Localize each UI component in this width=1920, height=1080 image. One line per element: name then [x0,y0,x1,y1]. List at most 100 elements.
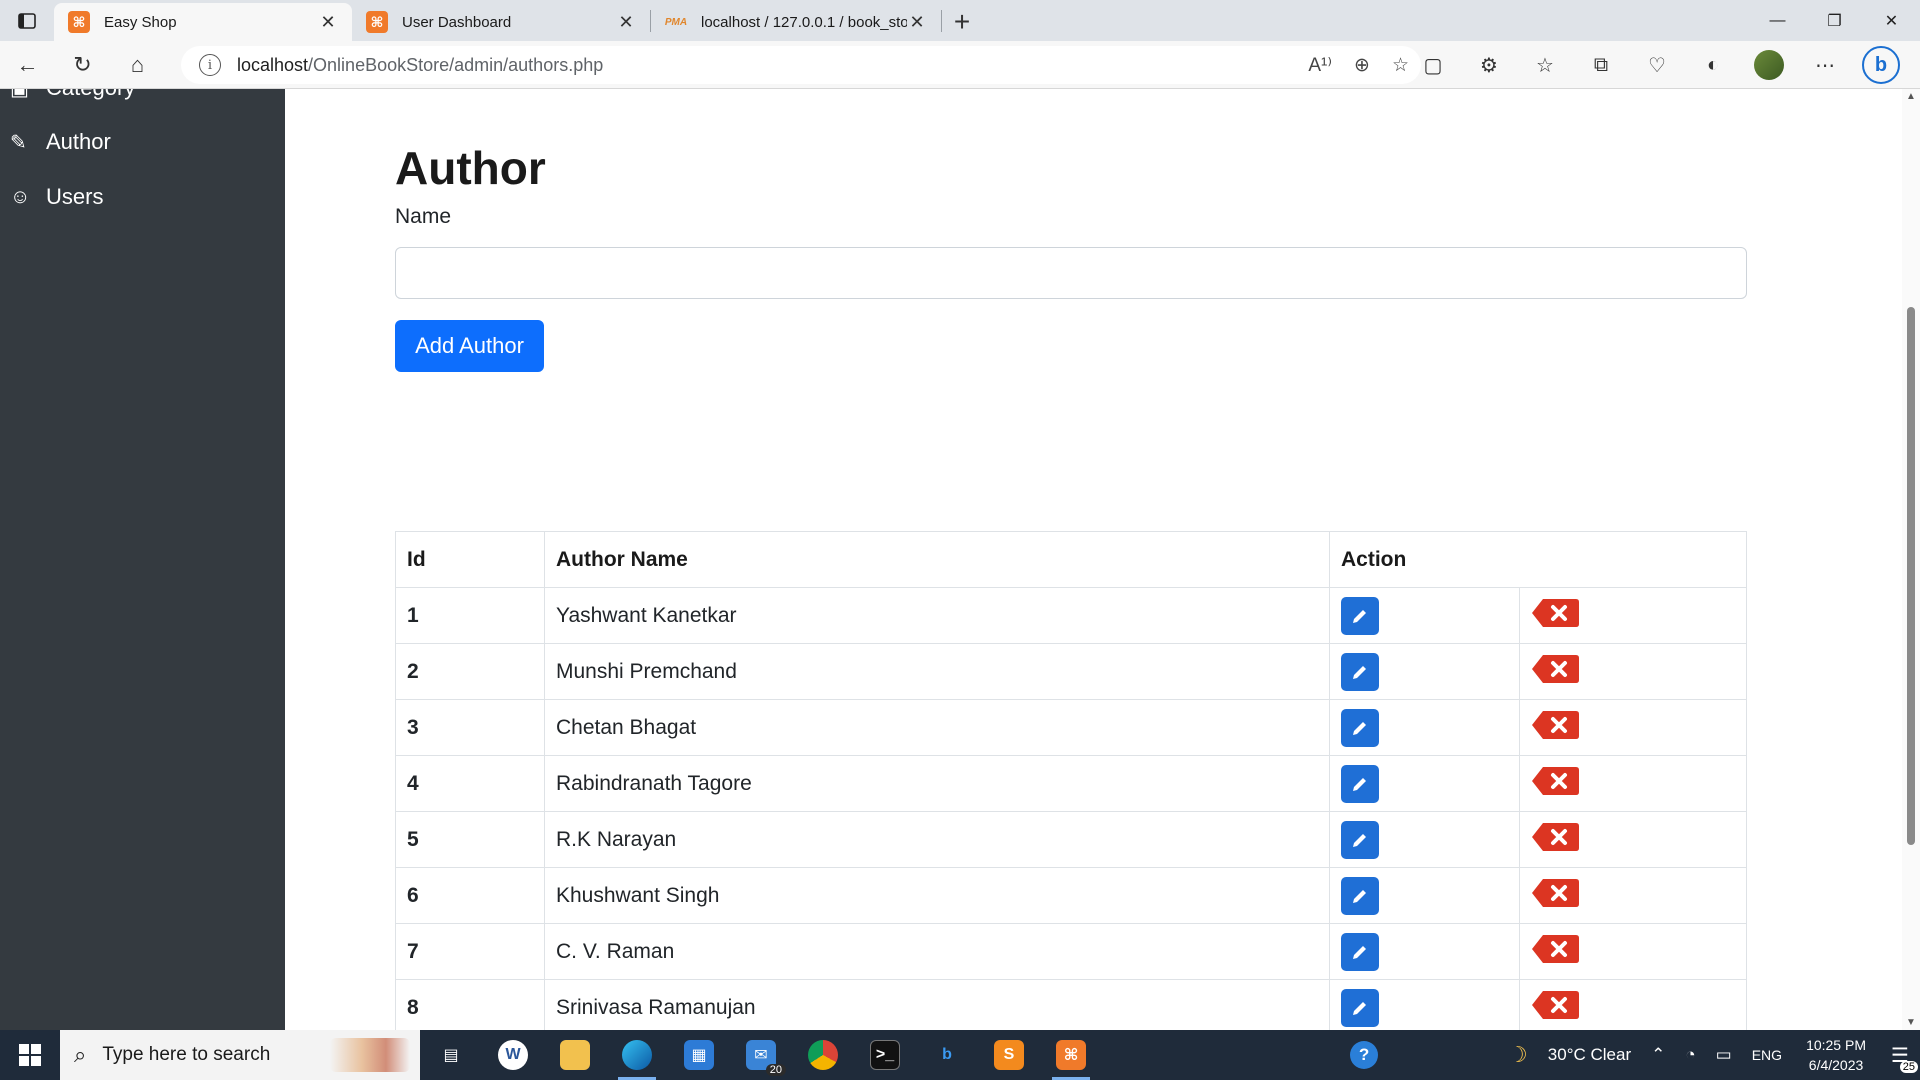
tab-actions-button[interactable] [0,0,54,41]
pencil-icon [1353,777,1366,791]
edit-button[interactable] [1341,652,1379,691]
author-name-cell: Yashwant Kanetkar [544,587,1330,644]
sidebar-item-category[interactable]: ▣ Category [10,89,135,101]
help-icon[interactable]: ? [1350,1041,1379,1069]
delete-button[interactable] [1531,821,1581,853]
file-explorer-button[interactable] [544,1030,606,1080]
new-tab-button[interactable]: + [942,3,982,41]
delete-icon [1532,878,1579,907]
browser-tab-easy-shop[interactable]: ⌘ Easy Shop ✕ [54,3,352,41]
delete-button[interactable] [1531,989,1581,1021]
taskbar-search[interactable]: ⌕ Type here to search [60,1030,420,1080]
delete-button[interactable] [1531,933,1581,965]
close-tab-icon[interactable]: ✕ [616,12,636,33]
zoom-icon[interactable]: ⊕ [1354,54,1370,77]
delete-button[interactable] [1531,877,1581,909]
bing-app-button[interactable]: b [916,1030,978,1080]
browser-tab-user-dashboard[interactable]: ⌘ User Dashboard ✕ [352,3,650,41]
terminal-app-button[interactable]: >_ [854,1030,916,1080]
sublime-app-button[interactable]: S [978,1030,1040,1080]
home-icon: ⌂ [130,51,145,77]
edge-bar-icon[interactable]: ◐ [1685,54,1741,77]
task-view-button[interactable]: ▤ [420,1030,482,1080]
back-button[interactable]: ← [0,45,55,85]
clock[interactable]: 10:25 PM 6/4/2023 [1806,1035,1866,1075]
task-view-icon: ▤ [443,1047,459,1064]
sidebar-item-author[interactable]: ✎ Author [10,129,111,155]
collections-icon[interactable]: ⧉ [1573,54,1629,77]
delete-cell [1519,923,1747,980]
delete-icon [1532,598,1579,627]
delete-icon [1532,822,1579,851]
notification-center-button[interactable]: ☰ 25 [1880,1035,1920,1075]
sidebar-item-users[interactable]: ☺ Users [10,184,103,210]
folder-icon [560,1040,590,1070]
table-row: 4 Rabindranath Tagore [395,755,1747,812]
delete-button[interactable] [1531,709,1581,741]
pencil-icon [1353,945,1366,959]
close-tab-icon[interactable]: ✕ [907,12,927,33]
start-button[interactable] [0,1030,60,1080]
battery-icon[interactable]: ▭ [1716,1045,1732,1065]
windows-logo-icon [19,1044,41,1066]
bing-chat-button[interactable]: b [1853,46,1909,84]
word-icon: W [498,1040,528,1070]
favorites-icon[interactable]: ☆ [1517,53,1573,78]
scrollbar-thumb[interactable] [1907,307,1915,845]
edit-button[interactable] [1341,988,1379,1027]
author-id-cell: 5 [395,811,545,868]
home-button[interactable]: ⌂ [110,45,165,85]
author-name-cell: Munshi Premchand [544,643,1330,700]
table-row: 1 Yashwant Kanetkar [395,587,1747,644]
wifi-icon[interactable]: ◔ [1685,1045,1695,1065]
mail-app-button[interactable]: ✉ 20 [730,1030,792,1080]
address-bar[interactable]: i localhost/OnlineBookStore/admin/author… [181,46,1421,84]
word-app-button[interactable]: W [482,1030,544,1080]
author-name-input[interactable] [395,247,1747,299]
store-app-button[interactable]: ▦ [668,1030,730,1080]
edit-button[interactable] [1341,932,1379,971]
show-hidden-icons-icon[interactable]: ⌃ [1651,1045,1665,1065]
close-window-button[interactable]: ✕ [1863,0,1920,41]
site-info-icon[interactable]: i [199,54,221,76]
page-scrollbar[interactable]: ▲ ▼ [1902,89,1920,1030]
add-author-button[interactable]: Add Author [395,320,544,372]
xampp-app-button[interactable]: ⌘ [1040,1030,1102,1080]
delete-button[interactable] [1531,597,1581,629]
edit-button[interactable] [1341,708,1379,747]
arrow-left-icon: ← [16,51,39,77]
chrome-app-button[interactable] [792,1030,854,1080]
browser-tab-phpmyadmin[interactable]: PMA localhost / 127.0.0.1 / book_store ✕ [651,3,941,41]
delete-cell [1519,755,1747,812]
close-tab-icon[interactable]: ✕ [318,12,338,33]
extensions-icon[interactable]: ⚙ [1461,53,1517,78]
restore-button[interactable]: ❐ [1806,0,1863,41]
performance-icon[interactable]: ♡ [1629,53,1685,78]
edit-button[interactable] [1341,820,1379,859]
delete-button[interactable] [1531,653,1581,685]
reload-button[interactable]: ↻ [55,45,110,85]
delete-cell [1519,979,1747,1036]
edit-button[interactable] [1341,764,1379,803]
table-header-row: Id Author Name Action [395,531,1747,588]
edge-app-button[interactable] [606,1030,668,1080]
profile-button[interactable] [1741,50,1797,80]
minimize-button[interactable]: — [1749,0,1806,41]
extension-placeholder-icon[interactable]: ▢ [1405,53,1461,78]
scroll-down-arrow-icon[interactable]: ▼ [1906,1017,1916,1028]
notification-count: 25 [1899,1061,1918,1073]
read-aloud-icon[interactable]: A¹⁾ [1308,54,1332,77]
edit-button[interactable] [1341,596,1379,635]
scroll-up-arrow-icon[interactable]: ▲ [1906,91,1916,102]
browser-tab-strip: ⌘ Easy Shop ✕ ⌘ User Dashboard ✕ PMA loc… [0,0,1920,41]
author-id-cell: 2 [395,643,545,700]
delete-cell [1519,587,1747,644]
weather-text[interactable]: 30°C Clear [1548,1045,1631,1065]
url-host: localhost [237,54,309,75]
author-name-cell: Rabindranath Tagore [544,755,1330,812]
edit-button[interactable] [1341,876,1379,915]
language-indicator[interactable]: ENG [1752,1047,1782,1063]
tab-title: User Dashboard [402,13,512,31]
more-menu-button[interactable]: ⋯ [1797,53,1853,78]
delete-button[interactable] [1531,765,1581,797]
